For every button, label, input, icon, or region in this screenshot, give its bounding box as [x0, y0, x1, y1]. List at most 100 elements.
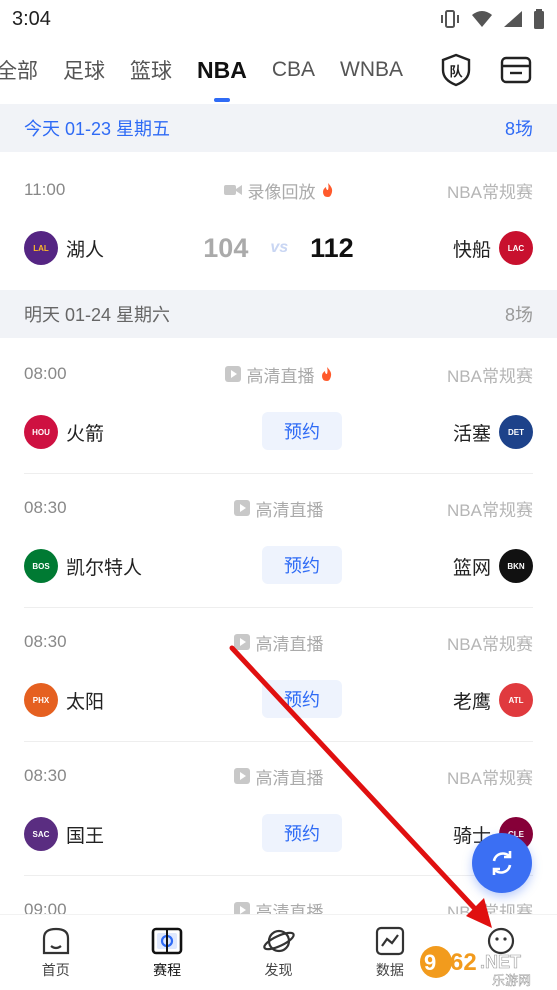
- match-meta-row: 08:30 高清直播 NBA常规赛: [24, 764, 533, 788]
- svg-text:9: 9: [424, 950, 436, 975]
- match-teams-row: BOS 凯尔特人 预约 篮网 BKN: [24, 546, 533, 586]
- wifi-icon: [472, 11, 492, 27]
- status-icons: [439, 9, 545, 29]
- reserve-button[interactable]: 预约: [262, 680, 342, 718]
- score-board: 104 vs 112: [24, 228, 533, 268]
- calendar-card-icon: [500, 56, 532, 84]
- planet-icon: [262, 929, 295, 952]
- vibrate-icon: [441, 10, 459, 28]
- day-match-count: 8场: [504, 119, 533, 139]
- play-icon: [233, 768, 250, 784]
- day-header-tomorrow: 明天 01-24 星期六 8场: [0, 290, 557, 338]
- vs-label: vs: [270, 239, 289, 256]
- nav-discover[interactable]: 发现: [223, 915, 334, 990]
- team-logo: DET: [499, 415, 533, 449]
- home-team-name: 凯尔特人: [66, 557, 143, 579]
- match-card[interactable]: 08:30 高清直播 NBA常规赛 BOS 凯尔特人 预约 篮网 BKN: [0, 474, 557, 608]
- nav-home[interactable]: 首页: [0, 915, 111, 990]
- match-teams-row: PHX 太阳 预约 老鹰 ATL: [24, 680, 533, 720]
- team-logo: SAC: [24, 817, 58, 851]
- watermark-logo: 9 62 .NET 乐游网: [418, 944, 554, 989]
- broadcast-info[interactable]: 高清直播: [24, 496, 533, 521]
- home-team-name: 国王: [66, 825, 105, 847]
- tab-basketball[interactable]: 篮球: [130, 38, 172, 102]
- play-icon: [233, 634, 250, 650]
- match-card[interactable]: 08:30 高清直播 NBA常规赛 PHX 太阳 预约 老鹰 ATL: [0, 608, 557, 742]
- svg-text:乐游网: 乐游网: [492, 974, 531, 988]
- team-abbr: BKN: [507, 561, 525, 571]
- team-logo: BKN: [499, 549, 533, 583]
- status-bar: 3:04: [0, 0, 557, 38]
- battery-icon: [534, 9, 544, 29]
- refresh-button[interactable]: [472, 833, 532, 893]
- team-abbr: ATL: [508, 695, 524, 705]
- reserve-button[interactable]: 预约: [262, 412, 342, 450]
- home-team-name: 火箭: [66, 423, 105, 445]
- team-logo: ATL: [499, 683, 533, 717]
- team-logo: BOS: [24, 549, 58, 583]
- broadcast-info[interactable]: 高清直播: [24, 764, 533, 789]
- nav-label: 首页: [41, 961, 70, 978]
- home-team[interactable]: HOU 火箭: [24, 415, 104, 449]
- reserve-button[interactable]: 预约: [262, 546, 342, 584]
- day-header-today: 今天 01-23 星期五 8场: [0, 104, 557, 152]
- home-team[interactable]: SAC 国王: [24, 817, 104, 851]
- broadcast-label: 高清直播: [246, 366, 315, 386]
- schedule-icon: [151, 927, 183, 954]
- home-icon: [42, 927, 69, 954]
- match-meta-row: 08:30 高清直播 NBA常规赛: [24, 496, 533, 520]
- refresh-icon: [492, 851, 512, 875]
- nav-label: 发现: [264, 961, 293, 978]
- nav-schedule[interactable]: 赛程: [111, 915, 222, 990]
- svg-text:62: 62: [450, 949, 477, 976]
- team-abbr: DET: [508, 427, 524, 437]
- home-team[interactable]: BOS 凯尔特人: [24, 549, 142, 583]
- home-team-name: 太阳: [66, 691, 105, 713]
- away-team-name: 老鹰: [452, 691, 491, 713]
- chart-icon: [375, 926, 405, 955]
- broadcast-info[interactable]: 高清直播: [24, 362, 533, 387]
- team-filter-label: 队: [449, 63, 463, 79]
- away-team[interactable]: 篮网 BKN: [453, 549, 533, 583]
- nav-label: 数据: [375, 961, 404, 978]
- team-logo: PHX: [24, 683, 58, 717]
- team-logo: HOU: [24, 415, 58, 449]
- broadcast-label: 高清直播: [255, 634, 324, 654]
- match-teams-row: SAC 国王 预约 骑士 CLE: [24, 814, 533, 854]
- team-abbr: HOU: [32, 427, 50, 437]
- match-card[interactable]: 08:00 高清直播 NBA常规赛 HOU 火箭 预约 活塞 DET: [0, 340, 557, 474]
- tab-all[interactable]: 全部: [0, 38, 38, 102]
- category-tabbar: 全部 足球 篮球 NBA CBA WNBA 队: [0, 38, 557, 102]
- team-abbr: PHX: [32, 695, 50, 705]
- tab-cba[interactable]: CBA: [272, 38, 315, 102]
- play-icon: [224, 366, 241, 382]
- away-score: 112: [310, 232, 354, 263]
- broadcast-info[interactable]: 高清直播: [24, 630, 533, 655]
- category-tabs: 全部 足球 篮球 NBA CBA WNBA: [0, 38, 420, 102]
- nav-label: 赛程: [153, 961, 182, 978]
- broadcast-label: 高清直播: [255, 768, 324, 788]
- match-card[interactable]: 11:00 录像回放 NBA常规赛 LAL 湖人 104 vs 112 快船 L…: [0, 156, 557, 290]
- broadcast-info[interactable]: 录像回放: [24, 178, 533, 203]
- tab-nba[interactable]: NBA: [197, 38, 247, 102]
- match-meta-row: 08:30 高清直播 NBA常规赛: [24, 630, 533, 654]
- day-label: 明天 01-24 星期六: [24, 305, 171, 325]
- match-meta-row: 11:00 录像回放 NBA常规赛: [24, 178, 533, 202]
- match-teams-row: HOU 火箭 预约 活塞 DET: [24, 412, 533, 452]
- video-camera-icon: [223, 185, 242, 195]
- calendar-button[interactable]: [498, 52, 534, 88]
- home-team[interactable]: PHX 太阳: [24, 683, 104, 717]
- away-team[interactable]: 活塞 DET: [453, 415, 533, 449]
- day-match-count: 8场: [504, 305, 533, 325]
- away-team[interactable]: 老鹰 ATL: [453, 683, 533, 717]
- team-filter-button[interactable]: 队: [438, 52, 474, 88]
- away-team-name: 活塞: [452, 423, 491, 445]
- team-abbr: SAC: [32, 829, 50, 839]
- away-team-name: 篮网: [452, 557, 491, 579]
- tab-football[interactable]: 足球: [63, 38, 105, 102]
- reserve-button[interactable]: 预约: [262, 814, 342, 852]
- tab-wnba[interactable]: WNBA: [340, 38, 403, 102]
- flame-icon: [322, 183, 332, 197]
- match-meta-row: 08:00 高清直播 NBA常规赛: [24, 362, 533, 386]
- flame-icon: [321, 367, 331, 381]
